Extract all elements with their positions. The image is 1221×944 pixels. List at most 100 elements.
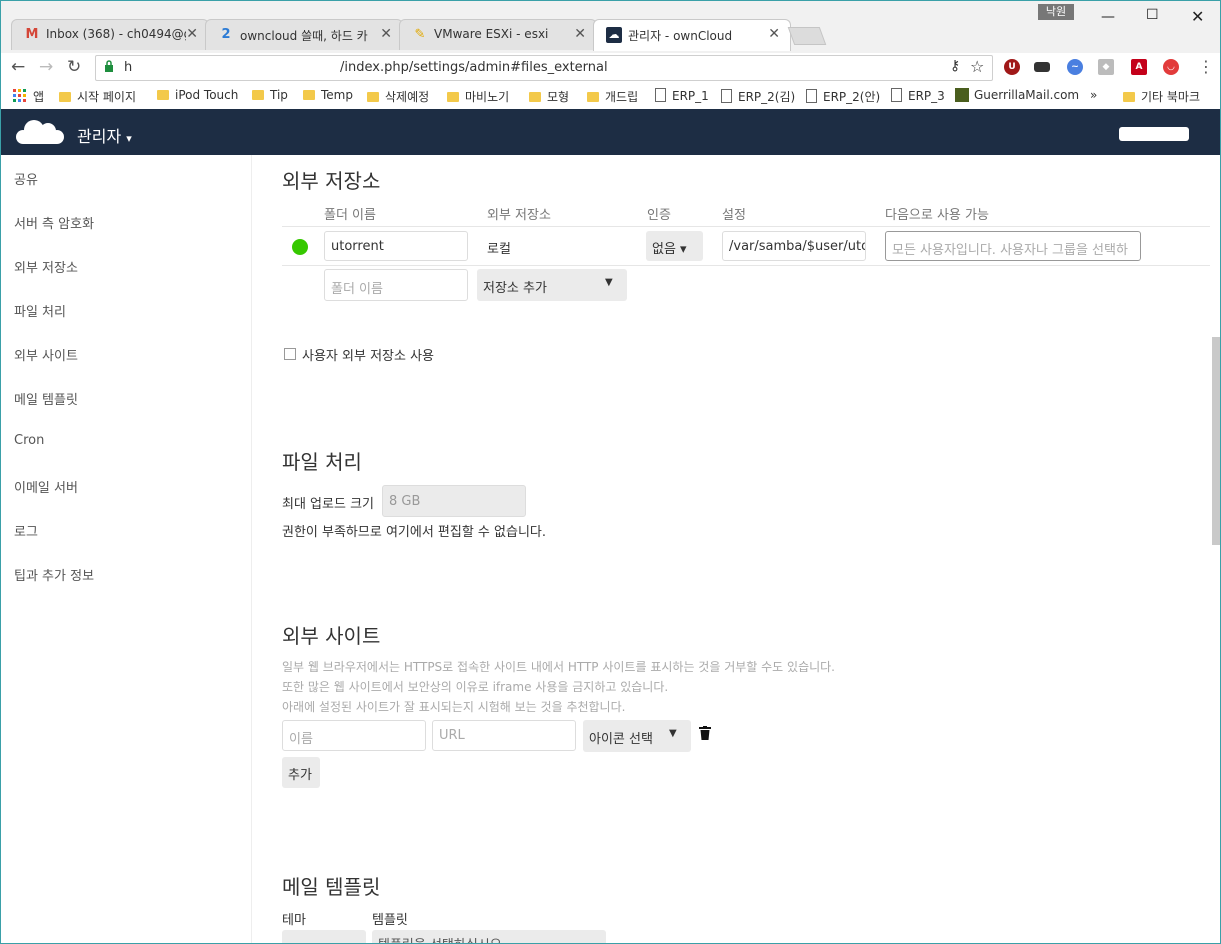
available-for-input[interactable]: 모든 사용자입니다. 사용자나 그룹을 선택하 bbox=[885, 231, 1141, 261]
address-bar[interactable]: h /index.php/settings/admin#files_extern… bbox=[95, 55, 993, 81]
close-window-icon[interactable]: ✕ bbox=[1191, 7, 1204, 26]
close-icon[interactable]: ✕ bbox=[574, 26, 586, 42]
sync-icon[interactable]: ~ bbox=[1067, 59, 1083, 75]
browser-window: M Inbox (368) - ch0494@g ✕ 2 owncloud 쓸때… bbox=[0, 0, 1221, 944]
key-icon[interactable]: ⚷ bbox=[950, 58, 960, 74]
reload-icon[interactable]: ↻ bbox=[67, 57, 81, 77]
back-arrow-icon[interactable]: ← bbox=[11, 57, 25, 77]
site-name-input[interactable]: 이름 bbox=[282, 720, 426, 751]
profile-badge[interactable]: 낙원 bbox=[1038, 4, 1074, 20]
forward-arrow-icon[interactable]: → bbox=[39, 57, 53, 77]
url-host: h bbox=[124, 60, 133, 75]
template-label: 템플릿 bbox=[372, 913, 408, 928]
sidebar-item-external-storage[interactable]: 외부 저장소 bbox=[14, 257, 78, 276]
dropbox-icon[interactable]: ◆ bbox=[1098, 59, 1114, 75]
new-tab-button[interactable] bbox=[787, 27, 827, 45]
tab-strip: M Inbox (368) - ch0494@g ✕ 2 owncloud 쓸때… bbox=[1, 1, 1220, 53]
page-icon bbox=[806, 89, 817, 103]
bookmark-label: 모형 bbox=[547, 90, 570, 104]
pdf-icon[interactable]: A bbox=[1131, 59, 1147, 75]
bookmark-folder[interactable]: 모형 bbox=[529, 88, 569, 105]
site-url-input[interactable]: URL bbox=[432, 720, 576, 751]
bookmark-folder[interactable]: Tip bbox=[252, 88, 288, 102]
bookmark-label: ERP_2(안) bbox=[823, 90, 881, 104]
folder-icon bbox=[1123, 92, 1135, 102]
minimize-icon[interactable]: — bbox=[1101, 9, 1115, 25]
config-datadir-input[interactable]: /var/samba/$user/utorrent bbox=[722, 231, 866, 261]
menu-dots-icon[interactable]: ⋮ bbox=[1198, 57, 1214, 76]
sidebar-item-encryption[interactable]: 서버 측 암호화 bbox=[14, 213, 94, 232]
bookmark-folder[interactable]: Temp bbox=[303, 88, 353, 102]
app-title: 관리자 bbox=[77, 127, 122, 146]
folder-icon bbox=[59, 92, 71, 102]
bookmark-label: iPod Touch bbox=[175, 88, 239, 102]
owncloud-logo-icon[interactable] bbox=[13, 119, 65, 145]
theme-label: 테마 bbox=[282, 913, 306, 928]
bookmark-label: ERP_3 bbox=[908, 89, 945, 103]
bookmark-folder[interactable]: 삭제예정 bbox=[367, 88, 429, 105]
folder-icon bbox=[157, 90, 169, 100]
bookmark-folder[interactable]: 개드립 bbox=[587, 88, 638, 105]
owncloud-icon: ☁ bbox=[606, 27, 622, 43]
auth-select[interactable]: 없음 ▾ bbox=[646, 231, 703, 261]
bookmark-label: 기타 북마크 bbox=[1141, 90, 1201, 104]
tab-gmail[interactable]: M Inbox (368) - ch0494@g ✕ bbox=[11, 19, 209, 50]
star-icon[interactable]: ☆ bbox=[970, 57, 984, 76]
bookmark-label: 개드립 bbox=[605, 90, 639, 104]
sidebar-item-tips[interactable]: 팁과 추가 정보 bbox=[14, 565, 94, 584]
bookmark-overflow[interactable]: » bbox=[1090, 88, 1097, 102]
max-upload-input[interactable]: 8 GB bbox=[382, 485, 526, 517]
template-select[interactable]: 템플릿을 선택하십시오 bbox=[372, 930, 606, 943]
folder-icon bbox=[252, 90, 264, 100]
add-site-button[interactable]: 추가 bbox=[282, 757, 320, 788]
tab-title: VMware ESXi - esxi bbox=[434, 27, 549, 41]
folder-icon bbox=[303, 90, 315, 100]
max-upload-label: 최대 업로드 크기 bbox=[282, 497, 374, 512]
sidebar-item-external-sites[interactable]: 외부 사이트 bbox=[14, 345, 78, 364]
settings-sidebar: 공유 서버 측 암호화 외부 저장소 파일 처리 외부 사이트 메일 템플릿 C… bbox=[1, 155, 252, 943]
external-sites-note: 아래에 설정된 사이트가 잘 표시되는지 시험해 보는 것을 추천합니다. bbox=[282, 700, 626, 714]
pocket-icon[interactable]: ◡ bbox=[1163, 59, 1179, 75]
tab-owncloud-forum[interactable]: 2 owncloud 쓸때, 하드 카 ✕ bbox=[205, 19, 403, 50]
browser-toolbar: ← → ↻ h /index.php/settings/admin#files_… bbox=[1, 53, 1220, 83]
sidebar-item-sharing[interactable]: 공유 bbox=[14, 169, 38, 188]
sidebar-item-cron[interactable]: Cron bbox=[14, 433, 44, 448]
page-scrollbar[interactable] bbox=[1212, 337, 1220, 545]
bookmarks-bar: 앱 시작 페이지 iPod Touch Tip Temp 삭제예정 마비노기 모… bbox=[1, 83, 1220, 110]
new-folder-name-input[interactable]: 폴더 이름 bbox=[324, 269, 468, 301]
bookmark-apps[interactable]: 앱 bbox=[13, 88, 44, 105]
theme-select[interactable] bbox=[282, 930, 366, 943]
column-folder-name: 폴더 이름 bbox=[324, 208, 376, 223]
bookmark-guerrilla[interactable]: GuerrillaMail.com bbox=[955, 88, 1079, 102]
bookmark-page[interactable]: ERP_1 bbox=[655, 88, 709, 103]
bookmark-page[interactable]: ERP_3 bbox=[891, 88, 945, 103]
trash-icon[interactable] bbox=[699, 726, 711, 740]
close-icon[interactable]: ✕ bbox=[380, 26, 392, 42]
close-icon[interactable]: ✕ bbox=[768, 26, 780, 42]
bookmark-folder-other[interactable]: 기타 북마크 bbox=[1123, 88, 1200, 105]
add-storage-select[interactable]: 저장소 추가 ▼ bbox=[477, 269, 627, 301]
sidebar-item-file-handling[interactable]: 파일 처리 bbox=[14, 301, 66, 320]
bookmark-folder[interactable]: 시작 페이지 bbox=[59, 88, 136, 105]
icon-select[interactable]: 아이콘 선택 ▼ bbox=[583, 720, 691, 752]
sidebar-item-email-server[interactable]: 이메일 서버 bbox=[14, 477, 78, 496]
sidebar-item-mail-templates[interactable]: 메일 템플릿 bbox=[14, 389, 78, 408]
maximize-icon[interactable]: ☐ bbox=[1146, 7, 1159, 23]
caret-down-icon: ▾ bbox=[126, 132, 132, 145]
app-menu-button[interactable]: 관리자 ▾ bbox=[77, 123, 132, 147]
tab-vmware[interactable]: ✎ VMware ESXi - esxi ✕ bbox=[399, 19, 597, 50]
folder-icon bbox=[587, 92, 599, 102]
bookmark-page[interactable]: ERP_2(김) bbox=[721, 88, 795, 105]
sidebar-item-log[interactable]: 로그 bbox=[14, 521, 38, 540]
folder-name-input[interactable]: utorrent bbox=[324, 231, 468, 261]
mask-icon[interactable] bbox=[1034, 62, 1050, 72]
ublock-icon[interactable]: U bbox=[1004, 59, 1020, 75]
bookmark-folder[interactable]: 마비노기 bbox=[447, 88, 509, 105]
close-icon[interactable]: ✕ bbox=[186, 26, 198, 42]
bookmark-label: ERP_1 bbox=[672, 89, 709, 103]
tab-owncloud-admin[interactable]: ☁ 관리자 - ownCloud ✕ bbox=[593, 19, 791, 51]
user-menu[interactable] bbox=[1119, 127, 1189, 141]
bookmark-page[interactable]: ERP_2(안) bbox=[806, 88, 880, 105]
bookmark-folder[interactable]: iPod Touch bbox=[157, 88, 238, 102]
user-storage-checkbox[interactable] bbox=[284, 348, 296, 360]
